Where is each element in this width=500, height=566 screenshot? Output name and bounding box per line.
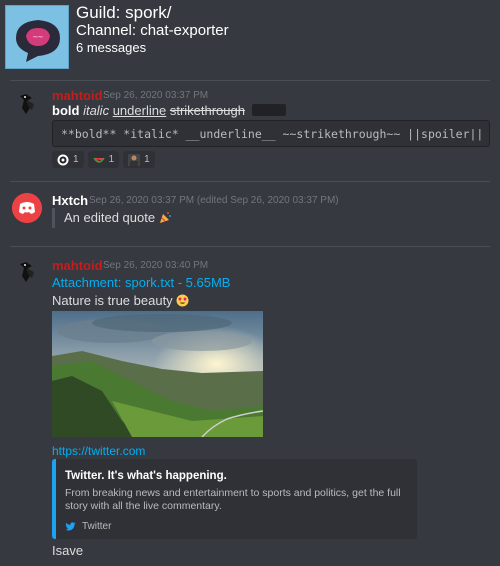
avatar[interactable]: [12, 258, 42, 288]
reaction-count: 1: [144, 154, 150, 165]
twitter-link[interactable]: https://twitter.com: [52, 444, 145, 458]
author-name[interactable]: Hxtch: [52, 193, 88, 208]
reaction-watermelon[interactable]: 1: [87, 151, 120, 168]
author-name[interactable]: mahtoid: [52, 88, 103, 103]
channel-name: Channel: chat-exporter: [76, 22, 229, 39]
party-popper-icon: [159, 210, 172, 223]
divider: [10, 181, 490, 182]
spoiler[interactable]: [251, 104, 286, 116]
custom-emoji-icon: [128, 153, 141, 166]
timestamp: Sep 26, 2020 03:37 PM (edited Sep 26, 20…: [89, 195, 339, 206]
embed-description: From breaking news and entertainment to …: [65, 487, 401, 512]
target-emoji-icon: [57, 154, 69, 166]
message-text: Isave: [52, 543, 84, 558]
twitter-bird-icon: [65, 521, 76, 532]
embed-footer-text: Twitter: [82, 521, 112, 532]
reaction-target[interactable]: 1: [52, 151, 84, 168]
divider: [10, 246, 490, 247]
italic-text: italic: [83, 103, 110, 118]
message-content: bold italic underline strikethrough: [52, 103, 286, 118]
block-quote: An edited quote: [52, 208, 172, 228]
underline-text: underline: [112, 103, 167, 118]
timestamp: Sep 26, 2020 03:40 PM: [103, 260, 209, 271]
link-embed: Twitter. It's what's happening. From bre…: [52, 459, 417, 539]
timestamp-text: Sep 26, 2020 03:37 PM: [89, 195, 195, 206]
strikethrough-text: strikethrough: [169, 103, 245, 118]
message-content: Nature is true beauty: [52, 293, 189, 308]
svg-text:~~: ~~: [33, 32, 44, 42]
message-text: Nature is true beauty: [52, 293, 173, 308]
reactions: 1 1 1: [52, 151, 155, 168]
avatar[interactable]: [12, 90, 42, 120]
heart-eyes-emoji-icon: [176, 294, 189, 307]
embed-footer: Twitter: [65, 521, 111, 532]
message-count: 6 messages: [76, 40, 147, 55]
attachment-link[interactable]: Attachment: spork.txt - 5.65MB: [52, 275, 230, 290]
avatar[interactable]: [12, 193, 42, 223]
embed-title[interactable]: Twitter. It's what's happening.: [65, 470, 227, 482]
timestamp: Sep 26, 2020 03:37 PM: [103, 90, 209, 101]
guild-name: Guild: spork/: [76, 3, 172, 22]
code-block: **bold** *italic* __underline__ ~~strike…: [52, 120, 490, 147]
author-name[interactable]: mahtoid: [52, 258, 103, 273]
reaction-custom[interactable]: 1: [123, 151, 155, 168]
reaction-count: 1: [73, 154, 79, 165]
bold-text: bold: [52, 103, 80, 118]
guild-header: ~~ Guild: spork/ Channel: chat-exporter …: [0, 0, 500, 72]
divider: [10, 80, 490, 81]
edited-label: (edited Sep 26, 2020 03:37 PM): [196, 195, 339, 206]
quote-text: An edited quote: [64, 210, 156, 225]
guild-icon: ~~: [5, 5, 69, 69]
watermelon-emoji-icon: [92, 154, 105, 166]
reaction-count: 1: [108, 154, 115, 165]
landscape-image[interactable]: [52, 311, 263, 437]
